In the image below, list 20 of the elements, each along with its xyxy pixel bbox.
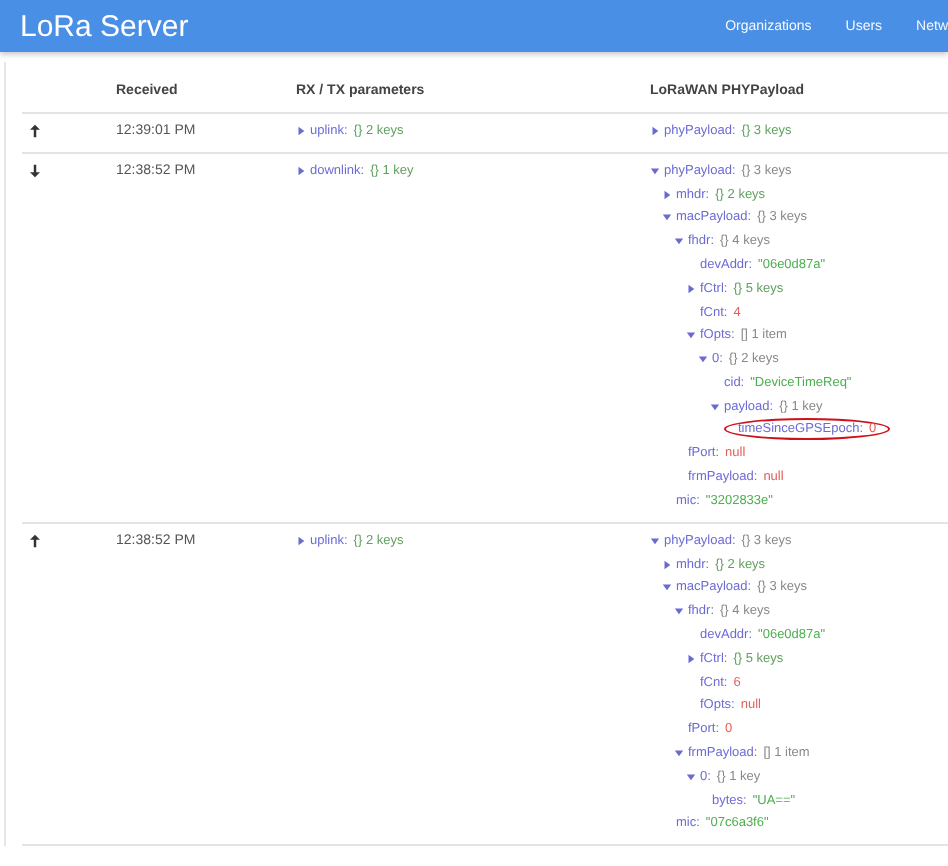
caret-down-icon[interactable] [698,354,708,365]
caret-down-icon[interactable] [674,606,684,617]
caret-down-icon[interactable] [710,401,720,412]
caret-down-icon[interactable] [686,330,696,341]
caret-down-icon[interactable] [686,771,696,782]
caret-right-icon[interactable] [686,283,696,294]
caret-down-icon[interactable] [662,582,672,593]
caret-down-icon[interactable] [674,747,684,758]
caret-down-icon[interactable] [650,165,660,176]
caret-right-icon[interactable] [296,535,306,546]
caret-right-icon[interactable] [662,189,672,200]
app-title[interactable]: LoRa Server [20,9,189,43]
caret-right-icon[interactable] [296,126,306,136]
caret-down-icon[interactable] [650,535,660,546]
caret-down-icon[interactable] [674,236,684,247]
caret-right-icon[interactable] [296,165,306,176]
caret-right-icon[interactable] [686,653,696,664]
caret-right-icon[interactable] [662,559,672,570]
caret-down-icon[interactable] [662,212,672,223]
caret-right-icon[interactable] [650,126,660,136]
